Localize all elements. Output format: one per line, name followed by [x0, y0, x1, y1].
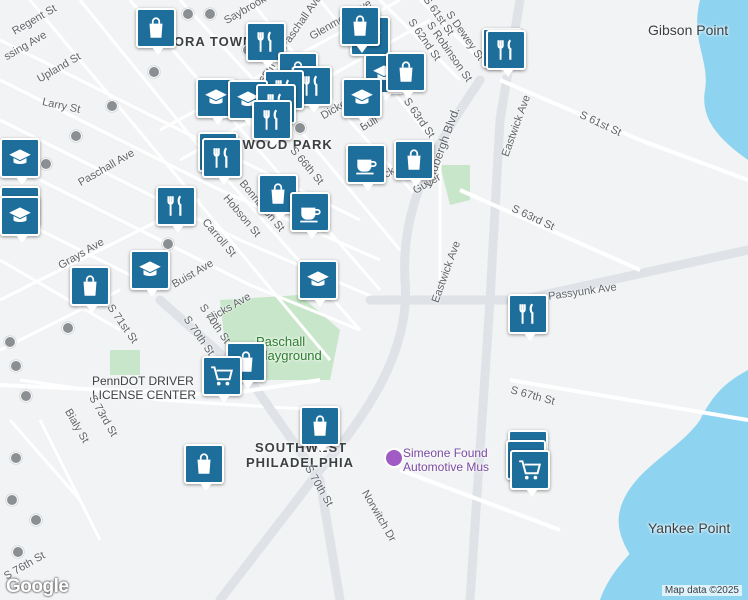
bus-stop-icon[interactable]	[40, 158, 52, 170]
fork-knife-marker[interactable]	[156, 186, 196, 233]
park-strip	[440, 165, 470, 205]
shopping-cart-marker[interactable]	[202, 356, 242, 403]
fork-knife-marker[interactable]	[508, 294, 548, 341]
bus-stop-icon[interactable]	[182, 8, 194, 20]
shopping-bag-icon	[401, 147, 427, 173]
graduation-cap-marker[interactable]	[0, 138, 40, 185]
bus-stop-icon[interactable]	[294, 122, 306, 134]
graduation-cap-marker[interactable]	[298, 260, 338, 307]
shopping-bag-icon	[265, 181, 291, 207]
shopping-bag-marker[interactable]	[386, 52, 426, 99]
shopping-bag-icon	[191, 451, 217, 477]
shopping-cart-icon	[517, 457, 543, 483]
bus-stop-icon[interactable]	[10, 360, 22, 372]
bus-stop-icon[interactable]	[162, 238, 174, 250]
shopping-bag-marker[interactable]	[300, 406, 340, 453]
fork-knife-icon	[163, 193, 189, 219]
fork-knife-icon	[253, 29, 279, 55]
fork-knife-icon	[259, 107, 285, 133]
bus-stop-icon[interactable]	[106, 100, 118, 112]
coffee-cup-marker[interactable]	[346, 144, 386, 191]
fork-knife-marker[interactable]	[252, 100, 292, 147]
coffee-cup-icon	[353, 151, 379, 177]
bus-stop-icon[interactable]	[20, 390, 32, 402]
poi-label-automotive: Automotive Mus	[403, 460, 490, 474]
fork-knife-marker[interactable]	[202, 138, 242, 185]
graduation-cap-icon	[203, 85, 229, 111]
poi-label-simeone: Simeone Found	[403, 446, 488, 460]
shopping-cart-icon	[209, 363, 235, 389]
bus-stop-icon[interactable]	[6, 494, 18, 506]
map-attribution: Map data ©2025	[661, 585, 742, 596]
neighborhood-label-philadelphia: PHILADELPHIA	[246, 455, 355, 470]
google-logo: Google	[6, 576, 69, 597]
shopping-bag-marker[interactable]	[70, 266, 110, 313]
shopping-bag-marker[interactable]	[136, 8, 176, 55]
shopping-bag-marker[interactable]	[394, 140, 434, 187]
shopping-bag-icon	[393, 59, 419, 85]
bus-stop-icon[interactable]	[62, 322, 74, 334]
bus-stop-icon[interactable]	[10, 452, 22, 464]
graduation-cap-marker[interactable]	[0, 196, 40, 243]
shopping-cart-marker[interactable]	[510, 450, 550, 497]
shopping-bag-marker[interactable]	[340, 6, 380, 53]
place-label-gibson-point: Gibson Point	[648, 22, 729, 38]
coffee-cup-marker[interactable]	[290, 192, 330, 239]
poi-label-license-center: LICENSE CENTER	[92, 388, 197, 402]
graduation-cap-icon	[349, 85, 375, 111]
graduation-cap-icon	[137, 257, 163, 283]
shopping-bag-icon	[307, 413, 333, 439]
graduation-cap-icon	[7, 203, 33, 229]
poi-label-penndot: PennDOT DRIVER	[92, 374, 194, 388]
bus-stop-icon[interactable]	[70, 130, 82, 142]
graduation-cap-marker[interactable]	[130, 250, 170, 297]
graduation-cap-icon	[305, 267, 331, 293]
coffee-cup-icon	[297, 199, 323, 225]
shopping-bag-icon	[347, 13, 373, 39]
bus-stop-icon[interactable]	[4, 336, 16, 348]
bus-stop-icon[interactable]	[30, 514, 42, 526]
fork-knife-marker[interactable]	[486, 30, 526, 77]
park-small	[110, 350, 140, 375]
map-canvas[interactable]: ANGORA TOWN ELMWOOD PARK SOUTHWEST PHILA…	[0, 0, 748, 600]
fork-knife-icon	[209, 145, 235, 171]
fork-knife-icon	[515, 301, 541, 327]
shopping-bag-icon	[77, 273, 103, 299]
shopping-bag-icon	[143, 15, 169, 41]
fork-knife-icon	[493, 37, 519, 63]
shopping-bag-marker[interactable]	[184, 444, 224, 491]
bus-stop-icon[interactable]	[12, 546, 24, 558]
bus-stop-icon[interactable]	[148, 66, 160, 78]
place-label-yankee-point: Yankee Point	[648, 520, 731, 536]
graduation-cap-icon	[7, 145, 33, 171]
bus-stop-icon[interactable]	[204, 8, 216, 20]
museum-marker[interactable]	[384, 448, 404, 468]
graduation-cap-marker[interactable]	[342, 78, 382, 125]
